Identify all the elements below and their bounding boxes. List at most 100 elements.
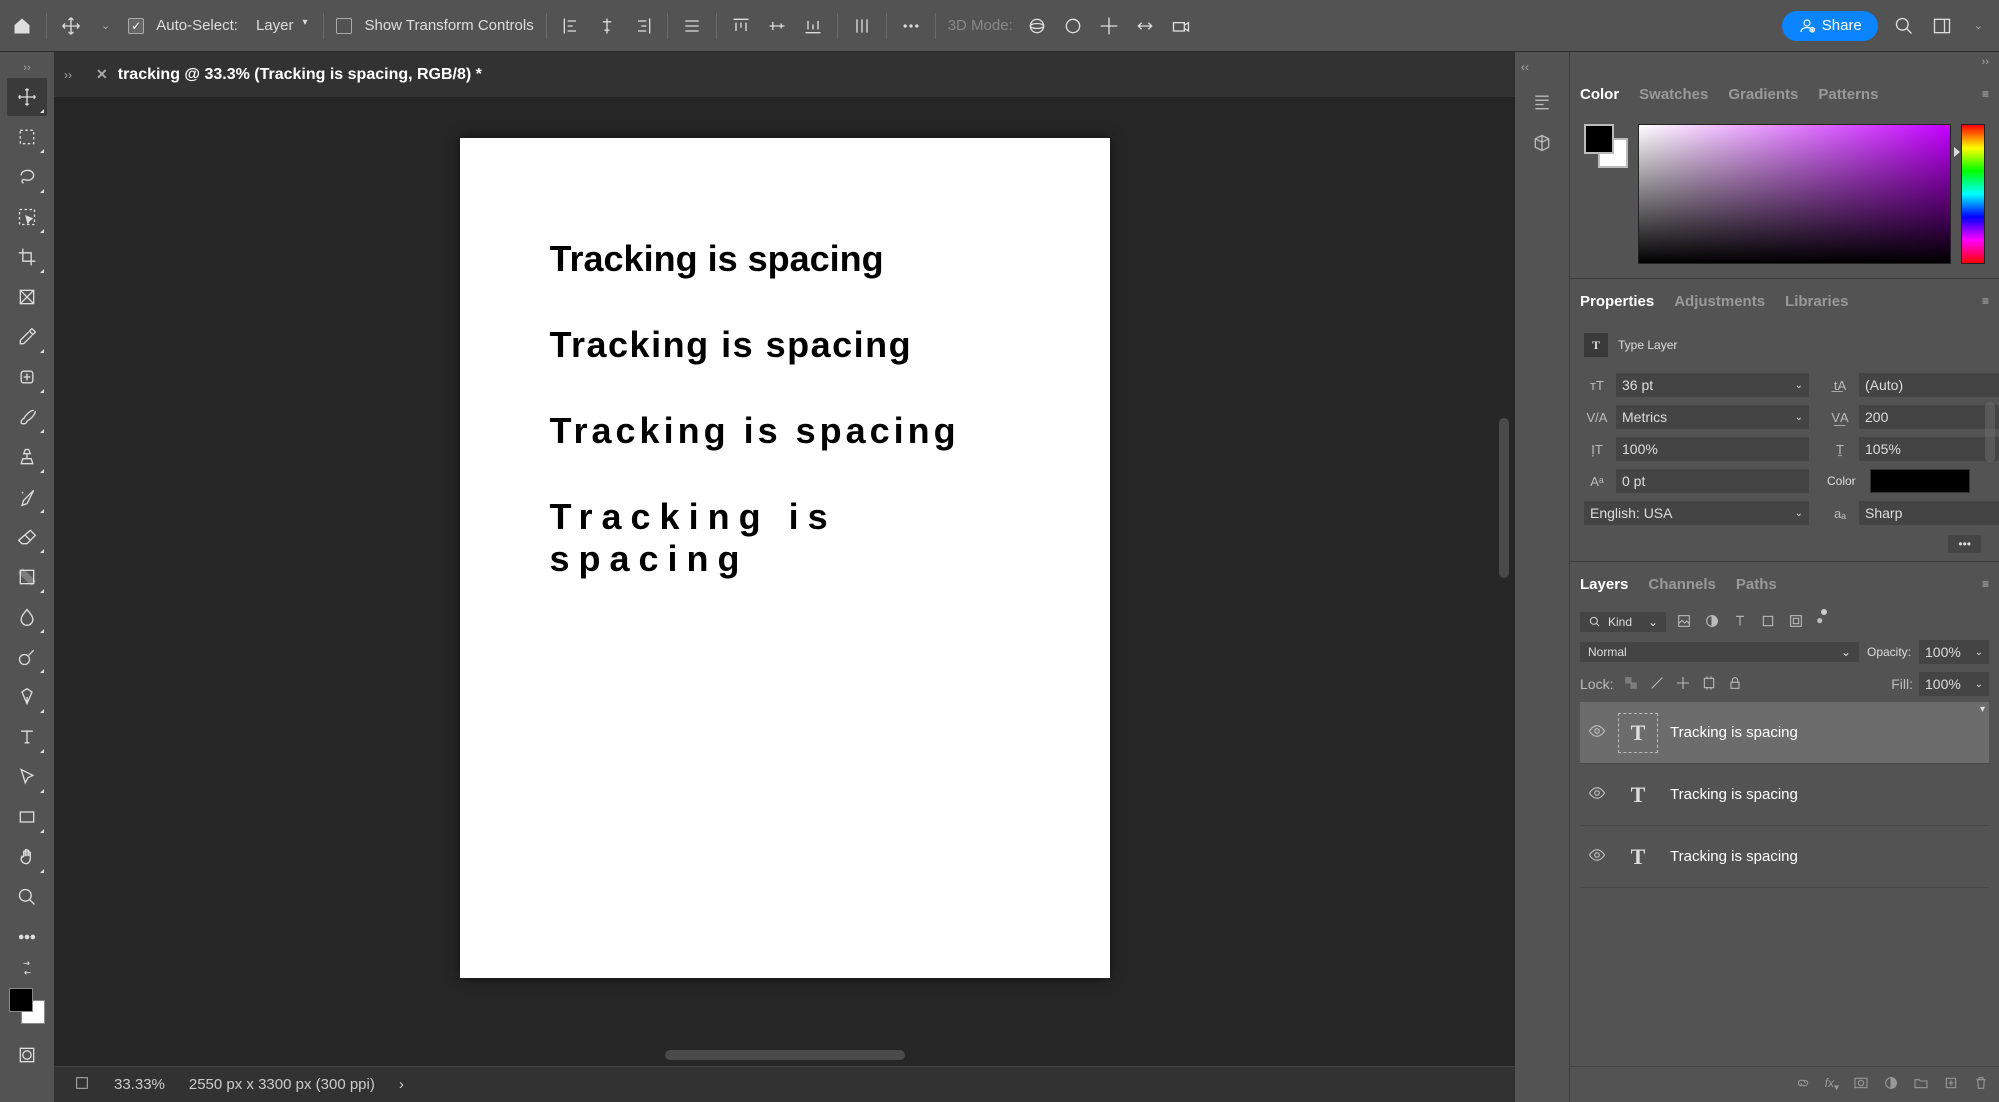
swap-colors-icon[interactable] — [7, 958, 47, 978]
rectangle-tool[interactable] — [7, 798, 47, 836]
foreground-background-colors[interactable] — [9, 988, 45, 1024]
layer-name[interactable]: Tracking is spacing — [1670, 724, 1798, 741]
text-color-swatch[interactable] — [1870, 469, 1970, 493]
workspace-switcher-icon[interactable] — [1930, 14, 1954, 38]
healing-brush-tool[interactable] — [7, 358, 47, 396]
gradient-tool[interactable] — [7, 558, 47, 596]
panel-fg-bg-colors[interactable] — [1584, 124, 1628, 168]
vertical-scrollbar[interactable] — [1499, 418, 1509, 578]
filter-pixel-icon[interactable] — [1676, 613, 1692, 632]
tab-patterns[interactable]: Patterns — [1818, 86, 1878, 103]
clone-stamp-tool[interactable] — [7, 438, 47, 476]
status-icon[interactable] — [74, 1075, 90, 1095]
tab-adjustments[interactable]: Adjustments — [1674, 293, 1765, 310]
3d-panel-icon[interactable] — [1532, 133, 1552, 156]
layer-row[interactable]: TTracking is spacing — [1580, 764, 1989, 826]
horizontal-scrollbar[interactable] — [665, 1050, 905, 1060]
layer-name[interactable]: Tracking is spacing — [1670, 848, 1798, 865]
filter-toggle-icon[interactable]: ● — [1816, 613, 1823, 632]
tab-properties[interactable]: Properties — [1580, 293, 1654, 310]
layers-panel-menu-icon[interactable]: ≡ — [1982, 577, 1989, 591]
visibility-toggle-icon[interactable] — [1588, 784, 1606, 805]
path-selection-tool[interactable] — [7, 758, 47, 796]
tab-gradients[interactable]: Gradients — [1728, 86, 1798, 103]
layer-style-icon[interactable]: fx▾ — [1825, 1076, 1839, 1093]
eraser-tool[interactable] — [7, 518, 47, 556]
visibility-toggle-icon[interactable] — [1588, 846, 1606, 867]
antialias-dropdown[interactable]: Sharp⌄ — [1859, 501, 1999, 525]
zoom-level[interactable]: 33.33% — [114, 1076, 165, 1093]
visibility-toggle-icon[interactable] — [1588, 722, 1606, 744]
baseline-shift-input[interactable] — [1616, 469, 1809, 493]
lock-all-icon[interactable] — [1727, 675, 1743, 694]
new-group-icon[interactable] — [1913, 1075, 1929, 1094]
lasso-tool[interactable] — [7, 158, 47, 196]
new-layer-icon[interactable] — [1943, 1075, 1959, 1094]
layer-row[interactable]: TTracking is spacing — [1580, 826, 1989, 888]
kerning-input[interactable]: Metrics⌄ — [1616, 405, 1809, 429]
edit-toolbar-icon[interactable] — [7, 918, 47, 956]
tab-paths[interactable]: Paths — [1736, 576, 1777, 593]
search-icon[interactable] — [1892, 14, 1916, 38]
lock-position-icon[interactable] — [1675, 675, 1691, 694]
vertical-scale-input[interactable] — [1616, 437, 1809, 461]
auto-select-target-dropdown[interactable]: Layer — [250, 15, 312, 36]
language-dropdown[interactable]: English: USA⌄ — [1584, 501, 1809, 525]
lock-image-icon[interactable] — [1649, 675, 1665, 694]
layer-row[interactable]: TTracking is spacing — [1580, 702, 1989, 764]
leading-input[interactable]: (Auto)⌄ — [1859, 373, 1999, 397]
share-button[interactable]: Share — [1782, 11, 1878, 41]
tab-swatches[interactable]: Swatches — [1639, 86, 1708, 103]
object-selection-tool[interactable] — [7, 198, 47, 236]
panel-scrollbar[interactable] — [1985, 402, 1995, 462]
opacity-input[interactable]: 100%⌄ — [1919, 640, 1989, 664]
tab-libraries[interactable]: Libraries — [1785, 293, 1848, 310]
color-panel-menu-icon[interactable]: ≡ — [1982, 87, 1989, 101]
delete-layer-icon[interactable] — [1973, 1075, 1989, 1094]
lock-transparency-icon[interactable] — [1623, 675, 1639, 694]
brush-tool[interactable] — [7, 398, 47, 436]
tab-layers[interactable]: Layers — [1580, 576, 1628, 593]
new-adjustment-layer-icon[interactable] — [1883, 1075, 1899, 1094]
tab-color[interactable]: Color — [1580, 86, 1619, 103]
filter-smartobject-icon[interactable] — [1788, 613, 1804, 632]
document-tab[interactable]: ✕ tracking @ 33.3% (Tracking is spacing,… — [82, 52, 496, 97]
pen-tool[interactable] — [7, 678, 47, 716]
type-tool[interactable] — [7, 718, 47, 756]
font-size-input[interactable]: 36 pt⌄ — [1616, 373, 1809, 397]
layer-name[interactable]: Tracking is spacing — [1670, 786, 1798, 803]
canvas-text-line[interactable]: Tracking is spacing — [550, 410, 1020, 452]
move-tool[interactable] — [7, 78, 47, 116]
quick-mask-icon[interactable] — [7, 1036, 47, 1074]
crop-tool[interactable] — [7, 238, 47, 276]
align-horizontal-centers-icon[interactable] — [595, 14, 619, 38]
hand-tool[interactable] — [7, 838, 47, 876]
auto-select-checkbox[interactable] — [128, 18, 144, 34]
frame-tool[interactable] — [7, 278, 47, 316]
document-dimensions[interactable]: 2550 px x 3300 px (300 ppi) — [189, 1076, 375, 1093]
tool-preset-dropdown[interactable]: ⌄ — [95, 17, 116, 34]
workspace-dropdown[interactable]: ⌄ — [1968, 17, 1989, 34]
align-left-edges-icon[interactable] — [559, 14, 583, 38]
home-icon[interactable] — [10, 14, 34, 38]
align-vertical-centers-icon[interactable] — [765, 14, 789, 38]
tracking-input[interactable]: 200⌄ — [1859, 405, 1999, 429]
move-tool-icon[interactable] — [59, 14, 83, 38]
link-layers-icon[interactable] — [1795, 1075, 1811, 1094]
dodge-tool[interactable] — [7, 638, 47, 676]
zoom-tool[interactable] — [7, 878, 47, 916]
canvas-text-line[interactable]: Tracking is spacing — [550, 496, 1020, 580]
properties-more-icon[interactable]: ••• — [1948, 535, 1981, 553]
close-tab-icon[interactable]: ✕ — [96, 66, 108, 83]
blend-mode-dropdown[interactable]: Normal⌄ — [1580, 642, 1859, 662]
eyedropper-tool[interactable] — [7, 318, 47, 356]
show-transform-checkbox[interactable] — [336, 18, 352, 34]
canvas-text-line[interactable]: Tracking is spacing — [550, 324, 1020, 366]
filter-type-icon[interactable] — [1732, 613, 1748, 632]
align-bottom-edges-icon[interactable] — [801, 14, 825, 38]
history-brush-tool[interactable] — [7, 478, 47, 516]
lock-artboard-icon[interactable] — [1701, 675, 1717, 694]
glyphs-panel-icon[interactable] — [1532, 92, 1552, 115]
fill-input[interactable]: 100%⌄ — [1919, 672, 1989, 696]
marquee-tool[interactable] — [7, 118, 47, 156]
